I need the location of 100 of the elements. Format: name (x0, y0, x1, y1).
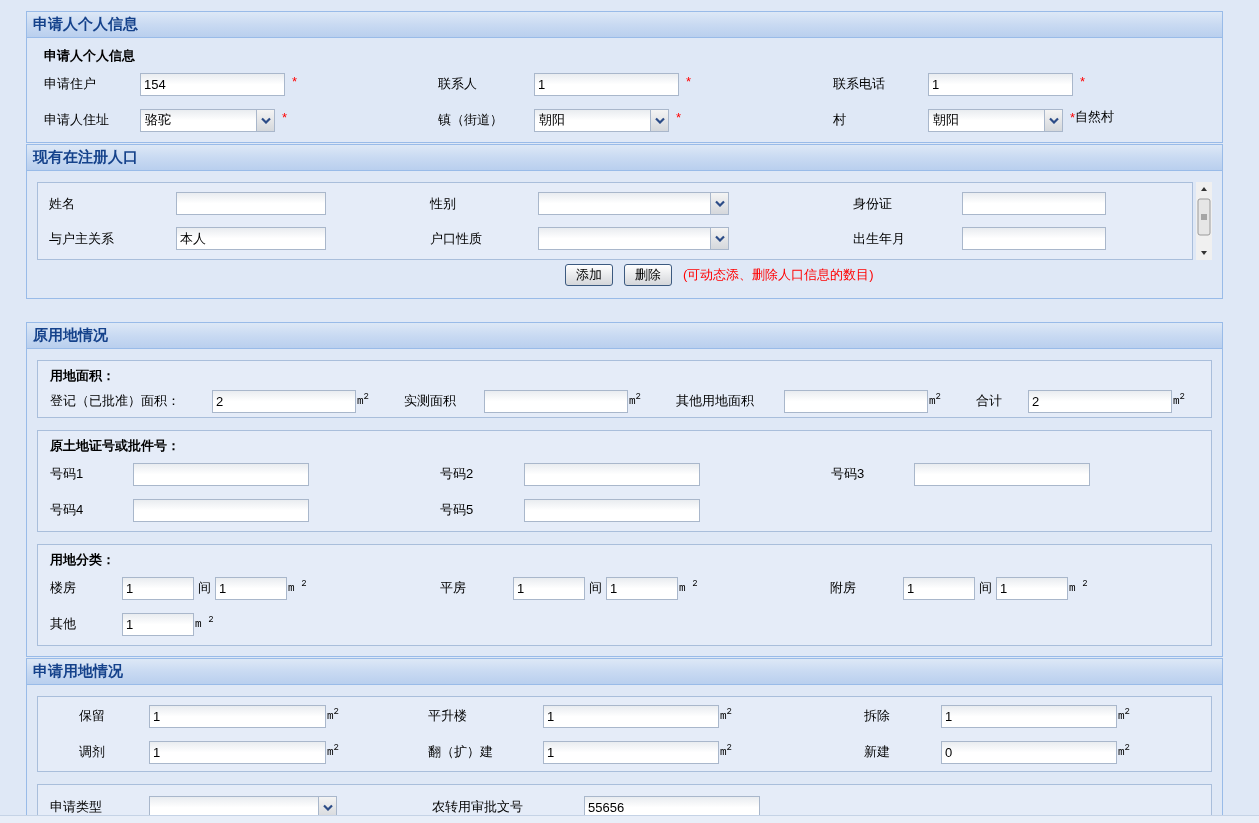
field-label: 号码3 (831, 465, 866, 484)
field-label: 新建 (864, 743, 891, 762)
text-field[interactable] (524, 498, 700, 522)
unit-label: m$^{2}$ (929, 392, 941, 409)
unit-label: m $^{2}$ (195, 615, 214, 632)
field-label: 镇（街道） (438, 111, 504, 130)
text-field[interactable]: 1 (534, 72, 679, 96)
unit-label: m$^{2}$ (327, 707, 339, 724)
text-field[interactable]: 1 (543, 704, 719, 728)
text-field[interactable] (133, 462, 309, 486)
unit-label: m $^{2}$ (1069, 579, 1088, 596)
section-title: 现有在注册人口 (33, 147, 138, 168)
field-label: 号码5 (440, 501, 475, 520)
field-label: 户口性质 (430, 229, 483, 248)
field-label: 号码4 (50, 501, 85, 520)
field-label: 申请类型 (50, 798, 103, 815)
group-title: 原土地证号或批件号： (50, 437, 181, 456)
text-field[interactable] (176, 192, 326, 215)
text-field[interactable]: 1 (606, 576, 678, 600)
action-button[interactable]: 删除 (624, 264, 672, 286)
unit-label: m$^{2}$ (1118, 743, 1130, 760)
text-field[interactable]: 1 (149, 740, 326, 764)
text-field[interactable]: 2 (1028, 389, 1172, 413)
field-label: 号码1 (50, 465, 85, 484)
unit-label: m $^{2}$ (288, 579, 307, 596)
field-label: 申请住户 (44, 75, 97, 94)
unit-label: m$^{2}$ (629, 392, 641, 409)
section-title: 申请人个人信息 (33, 14, 138, 35)
unit-label: 间 (197, 579, 212, 598)
group-title: 用地分类： (50, 551, 116, 570)
required-mark: * (1080, 73, 1086, 91)
text-field[interactable]: 154 (140, 72, 285, 96)
unit-label: m$^{2}$ (1118, 707, 1130, 724)
group-title: 用地面积： (50, 367, 116, 386)
dropdown[interactable] (149, 795, 337, 815)
text-field[interactable]: 1 (543, 740, 719, 764)
text-field[interactable]: 1 (996, 576, 1068, 600)
chevron-down-icon (714, 235, 725, 242)
text-field[interactable] (962, 227, 1106, 250)
required-mark: * (1070, 109, 1076, 127)
chevron-down-icon (654, 116, 665, 124)
field-label: 联系人 (438, 75, 478, 94)
action-button[interactable]: 添加 (565, 264, 613, 286)
field-label: 性别 (430, 194, 457, 213)
field-label: 联系电话 (833, 75, 886, 94)
unit-label: 间 (978, 579, 993, 598)
field-label: 合计 (976, 392, 1003, 411)
field-label: 身份证 (853, 194, 893, 213)
field-label: 村 (833, 111, 847, 130)
field-label: 姓名 (49, 194, 76, 213)
text-field[interactable]: 本人 (176, 227, 326, 250)
field-label: 调剂 (78, 743, 106, 762)
text-field[interactable]: 1 (122, 612, 194, 636)
text-field[interactable]: 1 (513, 576, 585, 600)
field-label: 农转用审批文号 (432, 798, 524, 815)
text-field[interactable] (784, 389, 928, 413)
text-field[interactable] (133, 498, 309, 522)
text-field[interactable]: 0 (941, 740, 1117, 764)
field-label: 其他 (50, 615, 77, 634)
chevron-down-icon (322, 803, 333, 811)
field-label: 登记（已批准）面积： (50, 392, 181, 411)
required-mark: * (282, 109, 288, 127)
text-field[interactable]: 1 (215, 576, 287, 600)
field-label: 拆除 (864, 707, 891, 726)
text-field[interactable] (524, 462, 700, 486)
hint-text: (可动态添、删除人口信息的数目) (683, 266, 874, 285)
text-field[interactable]: 1 (122, 576, 194, 600)
chevron-down-icon (260, 116, 271, 124)
unit-label: m$^{2}$ (327, 743, 339, 760)
text-field[interactable]: 1 (928, 72, 1073, 96)
field-label: 楼房 (50, 579, 77, 598)
field-note: 自然村 (1075, 108, 1115, 126)
field-label: 与户主关系 (49, 229, 115, 248)
required-mark: * (686, 73, 692, 91)
scrollbar-drawing[interactable] (1196, 182, 1212, 260)
group-title: 申请人个人信息 (44, 47, 136, 66)
field-label: 保留 (78, 707, 106, 726)
text-field[interactable] (484, 389, 628, 413)
required-mark: * (676, 109, 682, 127)
unit-label: m$^{2}$ (1173, 392, 1185, 409)
section-title: 原用地情况 (33, 325, 108, 346)
text-field[interactable] (914, 462, 1090, 486)
field-label: 出生年月 (853, 229, 906, 248)
required-mark: * (292, 73, 298, 91)
field-label: 翻（扩）建 (428, 743, 494, 762)
text-field[interactable]: 55656 (584, 795, 760, 815)
text-field[interactable]: 1 (941, 704, 1117, 728)
unit-label: m$^{2}$ (720, 707, 732, 724)
dropdown[interactable] (538, 227, 729, 250)
text-field[interactable]: 1 (903, 576, 975, 600)
text-field[interactable]: 2 (212, 389, 356, 413)
chevron-down-icon (714, 200, 725, 207)
unit-label: 间 (588, 579, 603, 598)
field-label: 平房 (440, 579, 467, 598)
text-field[interactable] (962, 192, 1106, 215)
field-label: 实测面积 (404, 392, 457, 411)
dropdown[interactable] (538, 192, 729, 215)
text-field[interactable]: 1 (149, 704, 326, 728)
chevron-down-icon (1048, 116, 1059, 124)
unit-label: m$^{2}$ (357, 392, 369, 409)
